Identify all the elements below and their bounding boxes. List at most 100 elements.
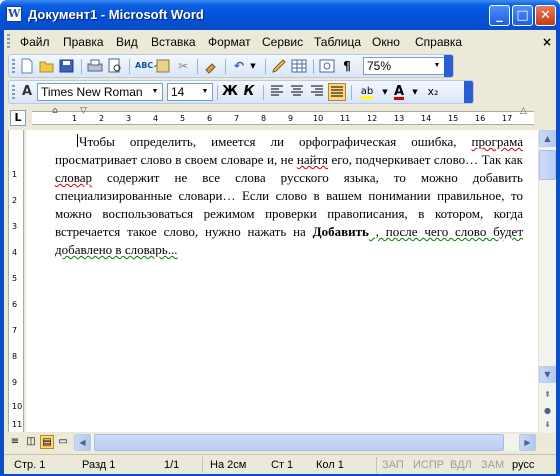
status-bar: Стр. 1 Разд 1 1/1 На 2см Ст 1 Кол 1 ЗАП …	[4, 454, 556, 475]
drawing-icon[interactable]	[271, 58, 287, 74]
bold-button[interactable]: Ж	[222, 84, 238, 100]
align-right-icon[interactable]	[309, 84, 325, 100]
format-painter-icon[interactable]	[203, 58, 219, 74]
ruler-number: 15	[448, 114, 459, 123]
menu-file[interactable]: Файл	[20, 35, 50, 49]
spelling-error[interactable]: найтя	[297, 152, 328, 167]
align-left-icon[interactable]	[269, 84, 285, 100]
menu-format[interactable]: Формат	[208, 35, 251, 49]
new-document-icon[interactable]	[19, 58, 35, 74]
left-indent-marker[interactable]: ⌂	[52, 107, 58, 116]
menu-view[interactable]: Вид	[116, 35, 138, 49]
horizontal-scrollbar[interactable]: ◀ ▶	[74, 434, 536, 451]
menu-edit[interactable]: Правка	[63, 35, 104, 49]
toolbar-grip[interactable]	[12, 59, 15, 73]
normal-view-icon[interactable]: ≡	[8, 435, 22, 449]
scroll-thumb[interactable]	[539, 150, 556, 180]
print-preview-icon[interactable]	[107, 58, 123, 74]
toolbar-grip[interactable]	[12, 85, 15, 99]
zoom-select[interactable]: 75% ▼	[363, 57, 445, 75]
spelling-error[interactable]: програма	[472, 134, 523, 149]
horizontal-ruler[interactable]: ⌂ ▽ △ 1 2 3 4 5 6 7 8 9 10 11 12 13 14 1…	[32, 107, 534, 125]
spelling-error[interactable]: словар	[55, 170, 92, 185]
window-border-right	[556, 30, 560, 476]
menu-window[interactable]: Окно	[372, 35, 400, 49]
toolbar-options-button[interactable]	[444, 55, 453, 77]
menu-tools[interactable]: Сервис	[262, 35, 303, 49]
toolbar-separator	[81, 59, 82, 74]
first-line-indent-marker[interactable]: ▽	[80, 107, 87, 116]
document-text[interactable]: Чтобы определить, имеется ли орфографиче…	[55, 133, 523, 259]
menu-table[interactable]: Таблица	[314, 35, 361, 49]
status-section: Разд 1	[82, 459, 116, 471]
vertical-scrollbar[interactable]: ▲ ▼ ⇞ ● ⇟	[538, 130, 556, 433]
italic-button[interactable]: К	[241, 84, 257, 100]
font-color-icon[interactable]: A	[391, 84, 407, 100]
next-page-button[interactable]: ⇟	[539, 416, 556, 433]
status-overtype[interactable]: ЗАМ	[481, 459, 504, 471]
scroll-left-button[interactable]: ◀	[74, 434, 91, 451]
font-name-select[interactable]: Times New Roman ▼	[37, 83, 163, 101]
font-size-select[interactable]: 14 ▼	[167, 83, 213, 101]
window-border-left	[0, 30, 4, 476]
status-track-changes[interactable]: ИСПР	[413, 459, 444, 471]
research-icon[interactable]	[155, 58, 171, 74]
toolbar-options-button[interactable]	[464, 81, 473, 103]
ruler-number: 10	[12, 402, 23, 411]
ruler-number: 3	[12, 222, 18, 231]
tab-selector[interactable]: L	[10, 110, 26, 126]
right-indent-marker[interactable]: △	[520, 107, 527, 116]
maximize-button[interactable]: □	[512, 5, 533, 26]
scroll-right-button[interactable]: ▶	[519, 434, 536, 451]
styles-icon[interactable]: A	[19, 84, 35, 100]
status-separator	[376, 457, 377, 473]
close-document-button[interactable]: ×	[542, 35, 552, 49]
word-app-icon[interactable]: W	[6, 6, 22, 22]
status-page-count: 1/1	[164, 459, 180, 471]
ruler-number: 3	[126, 114, 132, 123]
cut-icon[interactable]: ✂	[175, 58, 191, 74]
undo-dropdown-icon[interactable]: ▼	[245, 58, 261, 74]
subscript-icon[interactable]: x₂	[425, 84, 441, 100]
title-bar[interactable]: W Документ1 - Microsoft Word _ □ ✕	[0, 0, 560, 30]
reading-layout-icon[interactable]: ▭	[56, 435, 70, 449]
columns-icon[interactable]	[319, 58, 335, 74]
scroll-thumb[interactable]	[94, 434, 504, 451]
status-position: На 2см	[210, 459, 247, 471]
justify-button-active[interactable]	[328, 83, 346, 101]
menu-grip[interactable]	[7, 34, 10, 48]
web-layout-icon[interactable]: ◫	[24, 435, 38, 449]
show-formatting-icon[interactable]: ¶	[339, 58, 355, 74]
save-icon[interactable]	[59, 58, 75, 74]
status-record[interactable]: ЗАП	[382, 459, 404, 471]
close-button[interactable]: ✕	[535, 5, 556, 26]
insert-table-icon[interactable]	[291, 58, 307, 74]
document-page[interactable]: Чтобы определить, имеется ли орфографиче…	[26, 130, 538, 432]
font-size-value: 14	[171, 85, 185, 99]
scroll-up-button[interactable]: ▲	[539, 130, 556, 147]
menu-help[interactable]: Справка	[415, 35, 462, 49]
open-folder-icon[interactable]	[39, 58, 55, 74]
highlight-icon[interactable]: ab	[357, 84, 377, 100]
ruler-number: 4	[153, 114, 159, 123]
view-and-scroll-row: ≡ ◫ ▤ ▭ ◀ ▶	[4, 434, 556, 452]
status-extend[interactable]: ВДЛ	[450, 459, 472, 471]
toolbar-separator	[351, 85, 352, 100]
chevron-down-icon: ▼	[433, 62, 441, 69]
status-language[interactable]: русс	[512, 459, 534, 471]
scroll-down-button[interactable]: ▼	[539, 366, 556, 383]
minimize-button[interactable]: _	[489, 5, 510, 26]
previous-page-button[interactable]: ⇞	[539, 386, 556, 403]
spelling-icon[interactable]: ABC✓	[135, 58, 160, 74]
chevron-down-icon[interactable]: ▼	[407, 84, 423, 100]
print-layout-icon[interactable]: ▤	[40, 435, 54, 449]
zoom-value: 75%	[367, 59, 392, 73]
align-center-icon[interactable]	[289, 84, 305, 100]
status-line: Ст 1	[271, 459, 294, 471]
menu-insert[interactable]: Вставка	[151, 35, 196, 49]
vertical-ruler[interactable]: 1 2 3 4 5 6 7 8 9 10 11	[8, 130, 24, 432]
text-run: его, подчеркивает слово… Так как	[328, 152, 523, 167]
ruler-number: 6	[12, 300, 18, 309]
ruler-number: 11	[12, 420, 23, 429]
print-icon[interactable]	[87, 58, 103, 74]
